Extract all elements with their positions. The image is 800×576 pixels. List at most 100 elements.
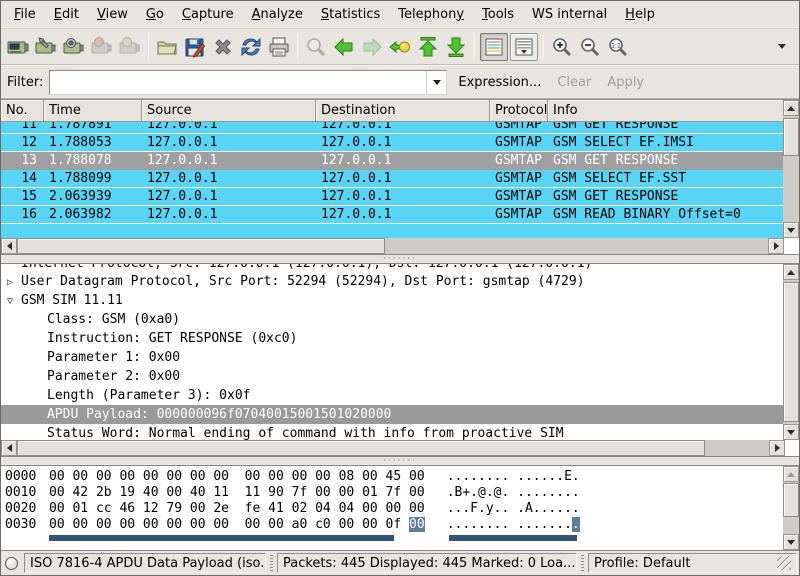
detail-row-clipped[interactable]: Internet Protocol, Src: 127.0.0.1 (127.0… — [1, 264, 783, 272]
stop-capture-button[interactable] — [88, 33, 116, 61]
packet-row[interactable]: 12 1.788053 127.0.0.1 127.0.0.1 GSMTAP G… — [1, 134, 784, 152]
udp-protocol-line[interactable]: ▷User Datagram Protocol, Src Port: 52294… — [1, 272, 783, 291]
menu-analyze[interactable]: Analyze — [243, 3, 312, 26]
hex-row[interactable]: 0010 00 42 2b 19 40 00 40 11 11 90 7f 00… — [1, 485, 783, 501]
column-header-destination[interactable]: Destination — [316, 100, 490, 122]
close-file-button[interactable] — [209, 33, 237, 61]
hex-vscrollbar[interactable] — [783, 466, 799, 550]
detail-field-length[interactable]: Length (Parameter 3): 0x0f — [1, 386, 783, 405]
packet-row[interactable]: 16 2.063982 127.0.0.1 127.0.0.1 GSMTAP G… — [1, 206, 784, 224]
vscroll-thumb[interactable] — [783, 282, 799, 422]
detail-field-status-word[interactable]: Status Word: Normal ending of command wi… — [1, 424, 783, 440]
zoom-in-button[interactable] — [548, 33, 576, 61]
go-to-bottom-button[interactable] — [442, 33, 470, 61]
column-header-time[interactable]: Time — [44, 100, 142, 122]
cell-protocol: GSMTAP — [490, 134, 548, 151]
go-to-packet-button[interactable] — [386, 33, 414, 61]
menu-edit[interactable]: Edit — [45, 3, 88, 26]
menu-tools[interactable]: Tools — [473, 3, 523, 26]
detail-field-param1[interactable]: Parameter 1: 0x00 — [1, 348, 783, 367]
scroll-down-button[interactable] — [783, 424, 799, 440]
apply-button[interactable]: Apply — [602, 73, 649, 92]
gsm-sim-line[interactable]: ▽GSM SIM 11.11 — [1, 291, 783, 310]
scroll-right-button[interactable] — [769, 440, 785, 456]
status-profile: Profile: Default — [588, 553, 797, 573]
list-interfaces-button[interactable] — [4, 33, 32, 61]
hex-row[interactable]: 0030 00 00 00 00 00 00 00 00 00 00 a0 c0… — [1, 517, 783, 533]
find-packet-button[interactable] — [302, 33, 330, 61]
scroll-down-button[interactable] — [783, 222, 799, 238]
menu-capture[interactable]: Capture — [173, 3, 243, 26]
colorize-button[interactable] — [480, 33, 508, 61]
packet-list-vscrollbar[interactable] — [783, 100, 799, 238]
hscroll-thumb[interactable] — [17, 440, 705, 456]
scroll-up-button[interactable] — [783, 264, 799, 280]
column-header-protocol[interactable]: Protocol — [490, 100, 548, 122]
clear-button[interactable]: Clear — [552, 73, 596, 92]
go-forward-button[interactable] — [358, 33, 386, 61]
go-to-top-button[interactable] — [414, 33, 442, 61]
restart-capture-button[interactable] — [116, 33, 144, 61]
print-button[interactable] — [265, 33, 293, 61]
filter-dropdown-button[interactable] — [426, 71, 446, 94]
column-header-source[interactable]: Source — [142, 100, 316, 122]
hex-selected-byte[interactable]: 00 — [409, 517, 425, 532]
menu-ws-internal[interactable]: WS internal — [523, 3, 616, 26]
pane-splitter[interactable]: ······· — [1, 255, 799, 263]
expression-button[interactable]: Expression... — [453, 73, 546, 92]
save-file-button[interactable] — [181, 33, 209, 61]
filter-input[interactable] — [50, 71, 426, 94]
pane-splitter[interactable]: ······· — [1, 457, 799, 465]
expander-expanded-icon[interactable]: ▽ — [7, 292, 21, 311]
menu-help[interactable]: Help — [616, 3, 664, 26]
packet-list-hscrollbar[interactable] — [1, 238, 784, 254]
vscroll-thumb[interactable] — [783, 118, 799, 156]
ascii-selected-char[interactable]: . — [572, 517, 580, 532]
open-file-button[interactable] — [153, 33, 181, 61]
packet-row-clipped[interactable]: 11 1.787891 127.0.0.1 127.0.0.1 GSMTAP G… — [1, 122, 784, 134]
details-hscrollbar[interactable] — [1, 440, 785, 456]
zoom-normal-button[interactable]: 1:1 — [604, 33, 632, 61]
scroll-left-button[interactable] — [1, 238, 17, 254]
detail-field-apdu-payload-selected[interactable]: APDU Payload: 000000096f0704001500150102… — [1, 405, 783, 424]
vscroll-thumb[interactable] — [783, 483, 799, 517]
statusbar-divider[interactable] — [581, 555, 584, 571]
scroll-right-button[interactable] — [768, 238, 784, 254]
menu-telephony[interactable]: Telephony — [389, 3, 473, 26]
hex-row[interactable]: 0020 00 01 cc 46 12 79 00 2e fe 41 02 04… — [1, 501, 783, 517]
detail-field-instruction[interactable]: Instruction: GET RESPONSE (0xc0) — [1, 329, 783, 348]
menu-statistics[interactable]: Statistics — [312, 3, 389, 26]
packet-row[interactable]: 14 1.788099 127.0.0.1 127.0.0.1 GSMTAP G… — [1, 170, 784, 188]
scroll-up-button[interactable] — [783, 100, 799, 116]
detail-field-class[interactable]: Class: GSM (0xa0) — [1, 310, 783, 329]
expert-info-icon[interactable] — [5, 557, 18, 570]
go-to-packet-icon — [388, 35, 412, 59]
packet-row-selected[interactable]: 13 1.788078 127.0.0.1 127.0.0.1 GSMTAP G… — [1, 152, 784, 170]
menu-view[interactable]: View — [88, 3, 137, 26]
packet-row[interactable]: 15 2.063939 127.0.0.1 127.0.0.1 GSMTAP G… — [1, 188, 784, 206]
resize-grip[interactable] — [777, 556, 791, 570]
menu-go[interactable]: Go — [137, 3, 173, 26]
start-capture-button[interactable] — [60, 33, 88, 61]
scroll-left-button[interactable] — [1, 440, 17, 456]
go-back-button[interactable] — [330, 33, 358, 61]
cell-protocol: GSMTAP — [490, 188, 548, 205]
zoom-out-button[interactable] — [576, 33, 604, 61]
column-header-info[interactable]: Info — [548, 100, 784, 122]
detail-field-param2[interactable]: Parameter 2: 0x00 — [1, 367, 783, 386]
capture-options-button[interactable] — [32, 33, 60, 61]
scroll-down-button[interactable] — [783, 534, 799, 550]
expander-collapsed-icon[interactable]: ▷ — [7, 273, 21, 292]
toolbar-overflow-button[interactable] — [768, 33, 796, 61]
hscroll-thumb[interactable] — [17, 238, 385, 254]
cell-no: 15 — [1, 188, 44, 205]
menu-file[interactable]: File — [5, 3, 45, 26]
column-header-no[interactable]: No. — [1, 100, 44, 122]
hex-row[interactable]: 0000 00 00 00 00 00 00 00 00 00 00 00 00… — [1, 469, 783, 485]
details-vscrollbar[interactable] — [783, 264, 799, 440]
scroll-up-button[interactable] — [783, 466, 799, 482]
auto-scroll-button[interactable] — [510, 33, 538, 61]
go-forward-icon — [360, 35, 384, 59]
reload-button[interactable] — [237, 33, 265, 61]
statusbar-divider[interactable] — [270, 555, 273, 571]
